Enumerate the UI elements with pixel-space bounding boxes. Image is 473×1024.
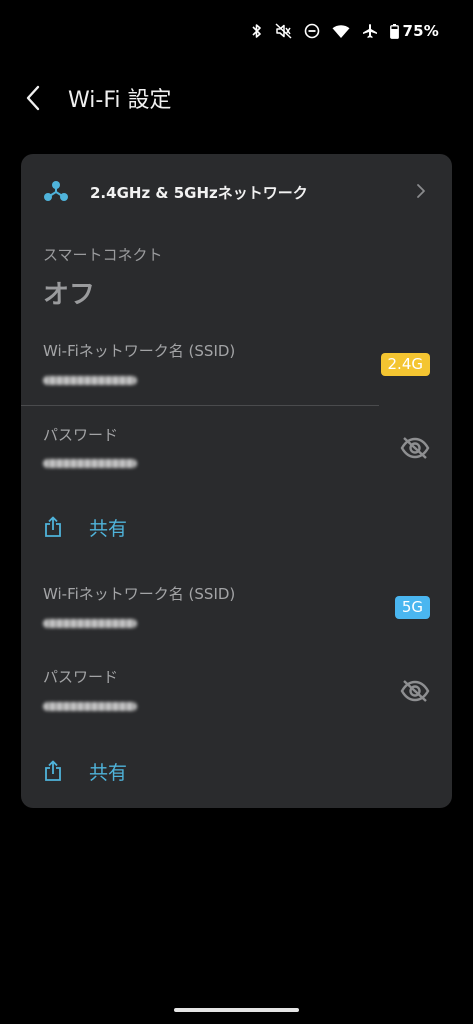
- airplane-icon: [363, 24, 378, 38]
- share-5-button[interactable]: 共有: [43, 756, 127, 786]
- password-24-label: パスワード: [43, 426, 119, 444]
- share-24-button[interactable]: 共有: [43, 512, 127, 542]
- wifi-icon: [332, 24, 350, 38]
- eye-off-icon[interactable]: [400, 436, 430, 460]
- mesh-network-icon: [44, 181, 68, 201]
- share-icon: [45, 760, 61, 781]
- password-5-label: パスワード: [43, 668, 119, 686]
- share-label: 共有: [89, 761, 128, 784]
- app-header: Wi-Fi 設定: [0, 78, 473, 118]
- share-label: 共有: [89, 517, 128, 540]
- battery-percent: 75%: [402, 22, 439, 40]
- mute-icon: [275, 23, 292, 39]
- network-settings-row[interactable]: 2.4GHz & 5GHzネットワーク: [21, 172, 452, 212]
- back-button[interactable]: [16, 78, 50, 118]
- ssid-24-value: [43, 376, 137, 385]
- bluetooth-icon: [252, 24, 262, 38]
- smart-connect-label: スマートコネクト: [43, 246, 163, 264]
- ssid-5-label: Wi-Fiネットワーク名 (SSID): [43, 585, 236, 603]
- ssid-5-value: [43, 619, 137, 628]
- ssid-24-label: Wi-Fiネットワーク名 (SSID): [43, 342, 236, 360]
- wifi-settings-screen: 75% Wi-Fi 設定 2.4GHz & 5GHzネットワーク スマートコネク…: [0, 0, 473, 1024]
- battery-icon: [390, 23, 400, 39]
- badge-5g: 5G: [394, 596, 430, 619]
- network-label: 2.4GHz & 5GHzネットワーク: [90, 184, 308, 202]
- chevron-left-icon: [26, 85, 40, 111]
- badge-24g: 2.4G: [380, 353, 430, 376]
- divider: [21, 405, 379, 406]
- password-5-value: [43, 702, 137, 711]
- eye-off-icon[interactable]: [400, 679, 430, 703]
- chevron-right-icon: [417, 184, 425, 198]
- share-icon: [45, 516, 61, 537]
- home-indicator[interactable]: [174, 1008, 299, 1012]
- status-bar: 75%: [251, 18, 439, 44]
- do-not-disturb-icon: [305, 23, 320, 39]
- smart-connect-value: オフ: [43, 280, 96, 310]
- page-title: Wi-Fi 設定: [68, 88, 172, 113]
- wifi-settings-card: 2.4GHz & 5GHzネットワーク スマートコネクト オフ Wi-Fiネット…: [21, 154, 452, 808]
- password-24-value: [43, 459, 137, 468]
